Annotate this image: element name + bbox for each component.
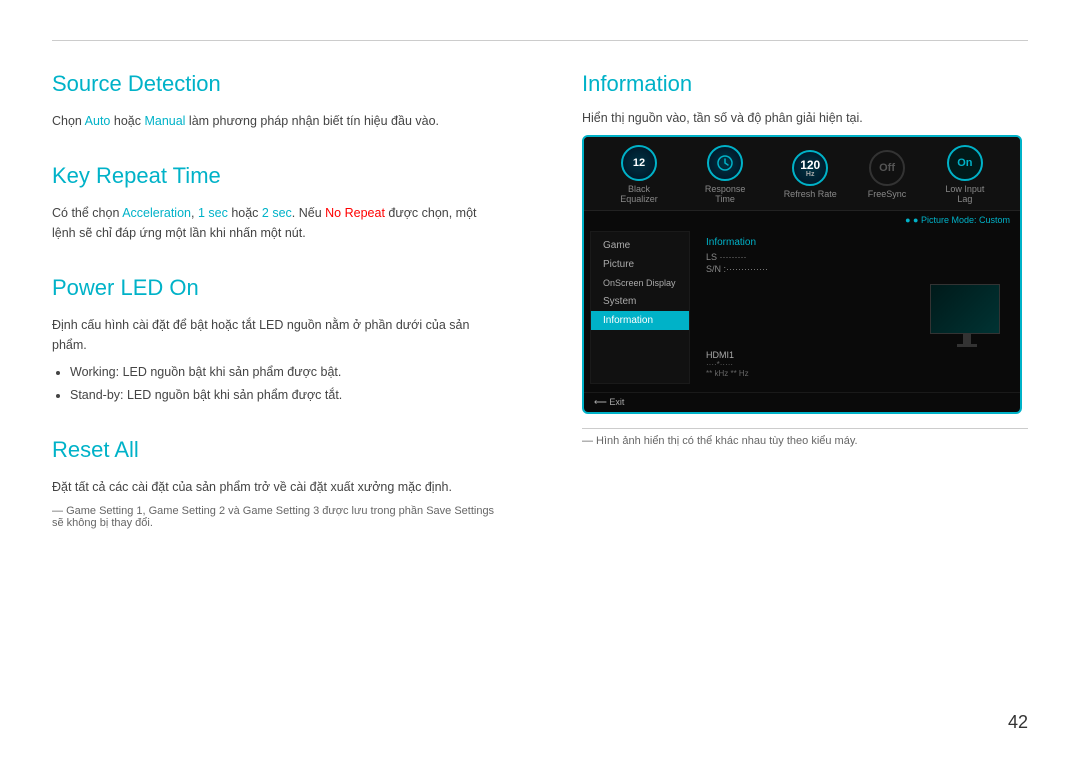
- key-repeat-time-body: Có thể chọn Acceleration, 1 sec hoặc 2 s…: [52, 203, 502, 243]
- monitor-footnote: ― Hình ảnh hiển thị có thể khác nhau tùy…: [582, 435, 1028, 447]
- gauge-value-black-eq: 12: [633, 157, 645, 169]
- highlight-auto: Auto: [85, 114, 111, 128]
- gauge-freesync: Off FreeSync: [868, 150, 907, 199]
- monitor-menu-area: Game Picture OnScreen Display System Inf…: [584, 227, 1020, 390]
- key-repeat-time-title: Key Repeat Time: [52, 163, 502, 189]
- reset-all-body: Đặt tất cả các cài đặt của sản phẩm trở …: [52, 477, 502, 497]
- gauge-value-input-lag: On: [957, 157, 972, 169]
- left-column: Source Detection Chọn Auto hoặc Manual l…: [52, 71, 542, 723]
- top-divider: [52, 40, 1028, 41]
- response-time-icon: [716, 154, 734, 172]
- reset-all-footnote: ― Game Setting 1, Game Setting 2 và Game…: [52, 505, 502, 529]
- gauge-label-response: Response Time: [698, 184, 753, 204]
- key-repeat-time-section: Key Repeat Time Có thể chọn Acceleration…: [52, 163, 502, 243]
- power-led-on-body: Định cấu hình cài đặt để bật hoặc tắt LE…: [52, 315, 502, 355]
- info-ls-line: LS ·········: [706, 252, 1004, 262]
- monitor-exit: ⟵ Exit: [584, 392, 1020, 412]
- monitor-display-thumb: [930, 284, 1000, 334]
- highlight-manual: Manual: [144, 114, 185, 128]
- gauge-circle-freesync: Off: [869, 150, 905, 186]
- information-intro: Hiển thị nguồn vào, tần số và độ phân gi…: [582, 111, 1028, 125]
- highlight-1sec: 1 sec: [198, 206, 228, 220]
- gauge-refresh-rate: 120 Hz Refresh Rate: [784, 150, 837, 199]
- gauge-low-input-lag: On Low Input Lag: [937, 145, 992, 204]
- monitor-stand: [963, 334, 971, 344]
- info-sn-line: S/N :··············: [706, 264, 1004, 274]
- khz-hz: ** kHz ** Hz: [706, 369, 1004, 378]
- highlight-savesettings: Save Settings: [426, 505, 494, 517]
- bullet-working: Working: LED nguồn bật khi sản phẩm được…: [70, 363, 502, 382]
- gauge-label-input-lag: Low Input Lag: [937, 184, 992, 204]
- gauge-value-refresh: 120: [800, 159, 820, 171]
- power-led-bullets: Working: LED nguồn bật khi sản phẩm được…: [52, 363, 502, 405]
- hdmi-label: HDMI1: [706, 350, 1004, 360]
- picture-mode-text: ● Picture Mode: Custom: [913, 215, 1010, 225]
- page-number: 42: [1008, 712, 1028, 733]
- highlight-gamesetting1: Game Setting 1: [66, 505, 142, 517]
- monitor-graphic: 12 Black Equalizer Response Time: [582, 135, 1022, 414]
- hdmi-dots: ····*·····: [706, 360, 1004, 369]
- gauge-hz-refresh: Hz: [806, 171, 815, 178]
- power-led-on-title: Power LED On: [52, 275, 502, 301]
- highlight-norepeat: No Repeat: [325, 206, 385, 220]
- monitor-thumb-wrapper: [706, 280, 1004, 334]
- main-content: Source Detection Chọn Auto hoặc Manual l…: [52, 71, 1028, 723]
- gauge-label-black-eq: Black Equalizer: [612, 184, 667, 204]
- highlight-gamesetting3: Game Setting 3: [243, 505, 319, 517]
- gauge-circle-response: [707, 145, 743, 181]
- gauge-value-freesync: Off: [879, 162, 895, 174]
- gauge-circle-refresh: 120 Hz: [792, 150, 828, 186]
- gauge-response-time: Response Time: [698, 145, 753, 204]
- highlight-gamesetting2: Game Setting 2: [149, 505, 225, 517]
- info-area-title: Information: [706, 237, 1004, 248]
- monitor-thumb-container: [930, 280, 1004, 334]
- highlight-working: Working: [70, 365, 116, 379]
- gauge-label-freesync: FreeSync: [868, 189, 907, 199]
- source-detection-section: Source Detection Chọn Auto hoặc Manual l…: [52, 71, 502, 131]
- information-title: Information: [582, 71, 1028, 97]
- power-led-on-section: Power LED On Định cấu hình cài đặt để bậ…: [52, 275, 502, 405]
- highlight-acceleration: Acceleration: [122, 206, 191, 220]
- right-column: Information Hiển thị nguồn vào, tần số v…: [542, 71, 1028, 723]
- monitor-screen: [931, 285, 999, 333]
- picture-mode-dot: ●: [905, 215, 910, 225]
- monitor-base: [957, 344, 977, 347]
- source-detection-title: Source Detection: [52, 71, 502, 97]
- monitor-bottom-divider: [582, 428, 1028, 429]
- highlight-standby: Stand-by: [70, 388, 120, 402]
- menu-sidebar: Game Picture OnScreen Display System Inf…: [590, 231, 690, 384]
- reset-all-section: Reset All Đặt tất cả các cài đặt của sản…: [52, 437, 502, 529]
- highlight-2sec: 2 sec: [262, 206, 292, 220]
- bullet-standby: Stand-by: LED nguồn bật khi sản phẩm đượ…: [70, 386, 502, 405]
- exit-label: Exit: [609, 397, 624, 407]
- reset-all-title: Reset All: [52, 437, 502, 463]
- gauge-circle-input-lag: On: [947, 145, 983, 181]
- menu-item-system: System: [591, 292, 689, 311]
- gauge-label-refresh: Refresh Rate: [784, 189, 837, 199]
- gauge-circle-black-eq: 12: [621, 145, 657, 181]
- menu-item-information: Information: [591, 311, 689, 330]
- monitor-top-bar: 12 Black Equalizer Response Time: [584, 137, 1020, 211]
- menu-info-area: Information LS ········· S/N :··········…: [696, 231, 1014, 384]
- monitor-picture-mode: ● ● Picture Mode: Custom: [584, 211, 1020, 227]
- hdmi-info: HDMI1 ····*····· ** kHz ** Hz: [706, 350, 1004, 378]
- exit-arrow-icon: ⟵: [594, 397, 607, 407]
- source-detection-body: Chọn Auto hoặc Manual làm phương pháp nh…: [52, 111, 502, 131]
- gauge-black-eq: 12 Black Equalizer: [612, 145, 667, 204]
- menu-item-osd: OnScreen Display: [591, 274, 689, 292]
- menu-item-picture: Picture: [591, 255, 689, 274]
- menu-item-game: Game: [591, 236, 689, 255]
- page-container: Source Detection Chọn Auto hoặc Manual l…: [0, 0, 1080, 763]
